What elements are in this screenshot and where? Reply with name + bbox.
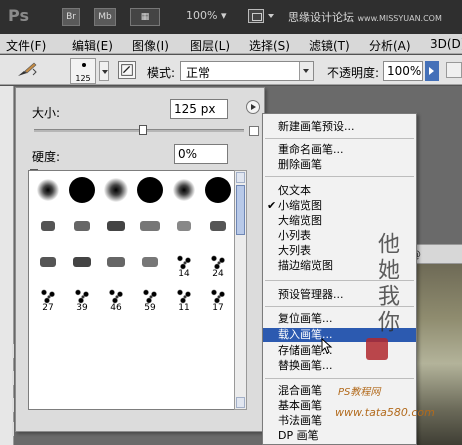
- blend-mode-select[interactable]: 正常: [180, 61, 314, 81]
- brush-preset-stroke-10[interactable]: [133, 245, 167, 279]
- blend-mode-value: 正常: [186, 66, 211, 80]
- menu-select[interactable]: 选择(S): [249, 37, 290, 54]
- brush-preset-soft-round-3[interactable]: [167, 173, 201, 207]
- brush-preset-stroke-8[interactable]: [65, 245, 99, 279]
- menu-rename-brush[interactable]: 重命名画笔...: [263, 143, 416, 157]
- tools-panel: [0, 86, 32, 445]
- brush-preset-14[interactable]: 14: [167, 245, 201, 279]
- brush-size-number: 24: [212, 269, 224, 279]
- brush-preset-soft-round-2[interactable]: [99, 173, 133, 207]
- brush-preset-hard-round-3[interactable]: [201, 173, 235, 207]
- chevron-down-icon: ▾: [220, 9, 227, 22]
- brush-preset-stroke-6[interactable]: [201, 209, 235, 243]
- brush-preset-11[interactable]: 11: [167, 279, 201, 313]
- brush-preset-soft-round-1[interactable]: [31, 173, 65, 207]
- brush-preset-stroke-4[interactable]: [133, 209, 167, 243]
- menu-3d[interactable]: 3D(D): [430, 37, 462, 51]
- opacity-slider-arrow-icon[interactable]: [425, 61, 439, 81]
- brush-preset-24[interactable]: 24: [201, 245, 235, 279]
- view-extras-button[interactable]: ▦: [130, 8, 160, 26]
- photoshop-logo: Ps: [8, 6, 29, 25]
- brush-size-number: 14: [178, 269, 190, 279]
- minibridge-button[interactable]: Mb: [94, 8, 116, 26]
- brush-preset-stroke-7[interactable]: [31, 245, 65, 279]
- brush-preset-17[interactable]: 17: [201, 279, 235, 313]
- opacity-label: 不透明度:: [327, 66, 380, 80]
- brush-preset-27[interactable]: 27: [31, 279, 65, 313]
- hardness-label: 硬度:: [32, 150, 61, 164]
- brush-tool-icon[interactable]: [16, 61, 38, 79]
- airbrush-icon[interactable]: [446, 62, 462, 78]
- menu-bar: 文件(F) 编辑(E) 图像(I) 图层(L) 选择(S) 滤镜(T) 分析(A…: [0, 34, 462, 54]
- scroll-up-icon[interactable]: [236, 172, 245, 183]
- menu-filter[interactable]: 滤镜(T): [309, 37, 350, 54]
- menu-delete-brush[interactable]: 删除画笔: [263, 158, 416, 172]
- brush-size-number: 39: [76, 303, 88, 313]
- mode-label: 模式:: [147, 66, 176, 80]
- forum-url: www.MISSYUAN.COM: [357, 14, 442, 23]
- mouse-cursor-icon: [321, 338, 333, 354]
- zoom-level-select[interactable]: 100% ▾: [186, 9, 226, 22]
- brush-tip-icon: [82, 63, 86, 67]
- brush-picker-caret[interactable]: [99, 61, 109, 81]
- brush-preset-59[interactable]: 59: [133, 279, 167, 313]
- brush-preset-stroke-9[interactable]: [99, 245, 133, 279]
- menu-separator: [265, 378, 414, 379]
- app-title-bar: Ps Br Mb ▦ 100% ▾ 思缘设计论坛 www.MISSYUAN.CO…: [0, 0, 462, 34]
- site-watermark-label: PS教程网: [338, 387, 381, 398]
- brush-preset-stroke-2[interactable]: [65, 209, 99, 243]
- menu-new-brush-preset[interactable]: 新建画笔预设...: [263, 120, 416, 134]
- menu-text-only[interactable]: 仅文本: [263, 184, 416, 198]
- menu-separator: [265, 138, 414, 139]
- brush-size-number: 46: [110, 303, 122, 313]
- menu-file[interactable]: 文件(F): [6, 37, 46, 54]
- brush-grid-scrollbar[interactable]: [234, 170, 247, 410]
- brush-size-number: 59: [144, 303, 156, 313]
- menu-analysis[interactable]: 分析(A): [369, 37, 411, 54]
- arrange-caret-icon[interactable]: [268, 14, 274, 18]
- options-bar: 125 模式: 正常 不透明度: 100%: [0, 55, 462, 85]
- size-slider-thumb[interactable]: [139, 125, 147, 135]
- brush-size-readout: 125: [75, 74, 91, 83]
- brush-size-number: 11: [178, 303, 190, 313]
- brush-preset-39[interactable]: 39: [65, 279, 99, 313]
- menu-dp-brushes[interactable]: DP 画笔: [263, 429, 416, 443]
- brush-preset-hard-round-2[interactable]: [133, 173, 167, 207]
- brush-preset-hard-round-1[interactable]: [65, 173, 99, 207]
- zoom-value: 100%: [186, 9, 218, 22]
- opacity-input[interactable]: 100%: [383, 61, 423, 81]
- brush-size-number: 27: [42, 303, 54, 313]
- grid-icon: ▦: [140, 12, 150, 22]
- bridge-button[interactable]: Br: [62, 8, 80, 26]
- toggle-brush-panel-icon[interactable]: [118, 61, 136, 79]
- menu-separator: [265, 176, 414, 177]
- panel-menu-button[interactable]: [246, 100, 260, 114]
- arrange-documents-icon[interactable]: [248, 9, 264, 23]
- brush-preset-stroke-1[interactable]: [31, 209, 65, 243]
- brush-size-number: 17: [212, 303, 224, 313]
- brush-preset-stroke-5[interactable]: [167, 209, 201, 243]
- menu-edit[interactable]: 编辑(E): [72, 37, 113, 54]
- chevron-down-icon: [299, 62, 313, 80]
- menu-small-thumbnail-label: 小缩览图: [278, 199, 322, 212]
- menu-image[interactable]: 图像(I): [132, 37, 169, 54]
- menu-small-thumbnail[interactable]: ✔ 小缩览图: [263, 199, 416, 213]
- brush-thumbnail-grid: 14 24 27 39 46 59 11 17: [28, 170, 246, 410]
- site-watermark-url: www.tata580.com: [335, 406, 435, 419]
- brush-preset-picker-button[interactable]: 125: [70, 58, 96, 84]
- size-label: 大小:: [32, 106, 61, 120]
- brush-preset-picker-panel: 大小: 125 px 硬度: 0% 14 24 27 39 46 59 11 1…: [15, 87, 265, 432]
- red-seal-stamp: [366, 338, 388, 360]
- brush-preset-46[interactable]: 46: [99, 279, 133, 313]
- new-preset-icon[interactable]: [249, 126, 259, 136]
- scroll-thumb[interactable]: [236, 185, 245, 235]
- forum-watermark: 思缘设计论坛 www.MISSYUAN.COM: [288, 11, 442, 24]
- size-input[interactable]: 125 px: [170, 99, 228, 119]
- scroll-down-icon[interactable]: [236, 397, 245, 408]
- checkmark-icon: ✔: [267, 199, 277, 212]
- brush-preset-stroke-3[interactable]: [99, 209, 133, 243]
- menu-large-thumbnail[interactable]: 大缩览图: [263, 214, 416, 228]
- hardness-input[interactable]: 0%: [174, 144, 228, 164]
- menu-layer[interactable]: 图层(L): [190, 37, 230, 54]
